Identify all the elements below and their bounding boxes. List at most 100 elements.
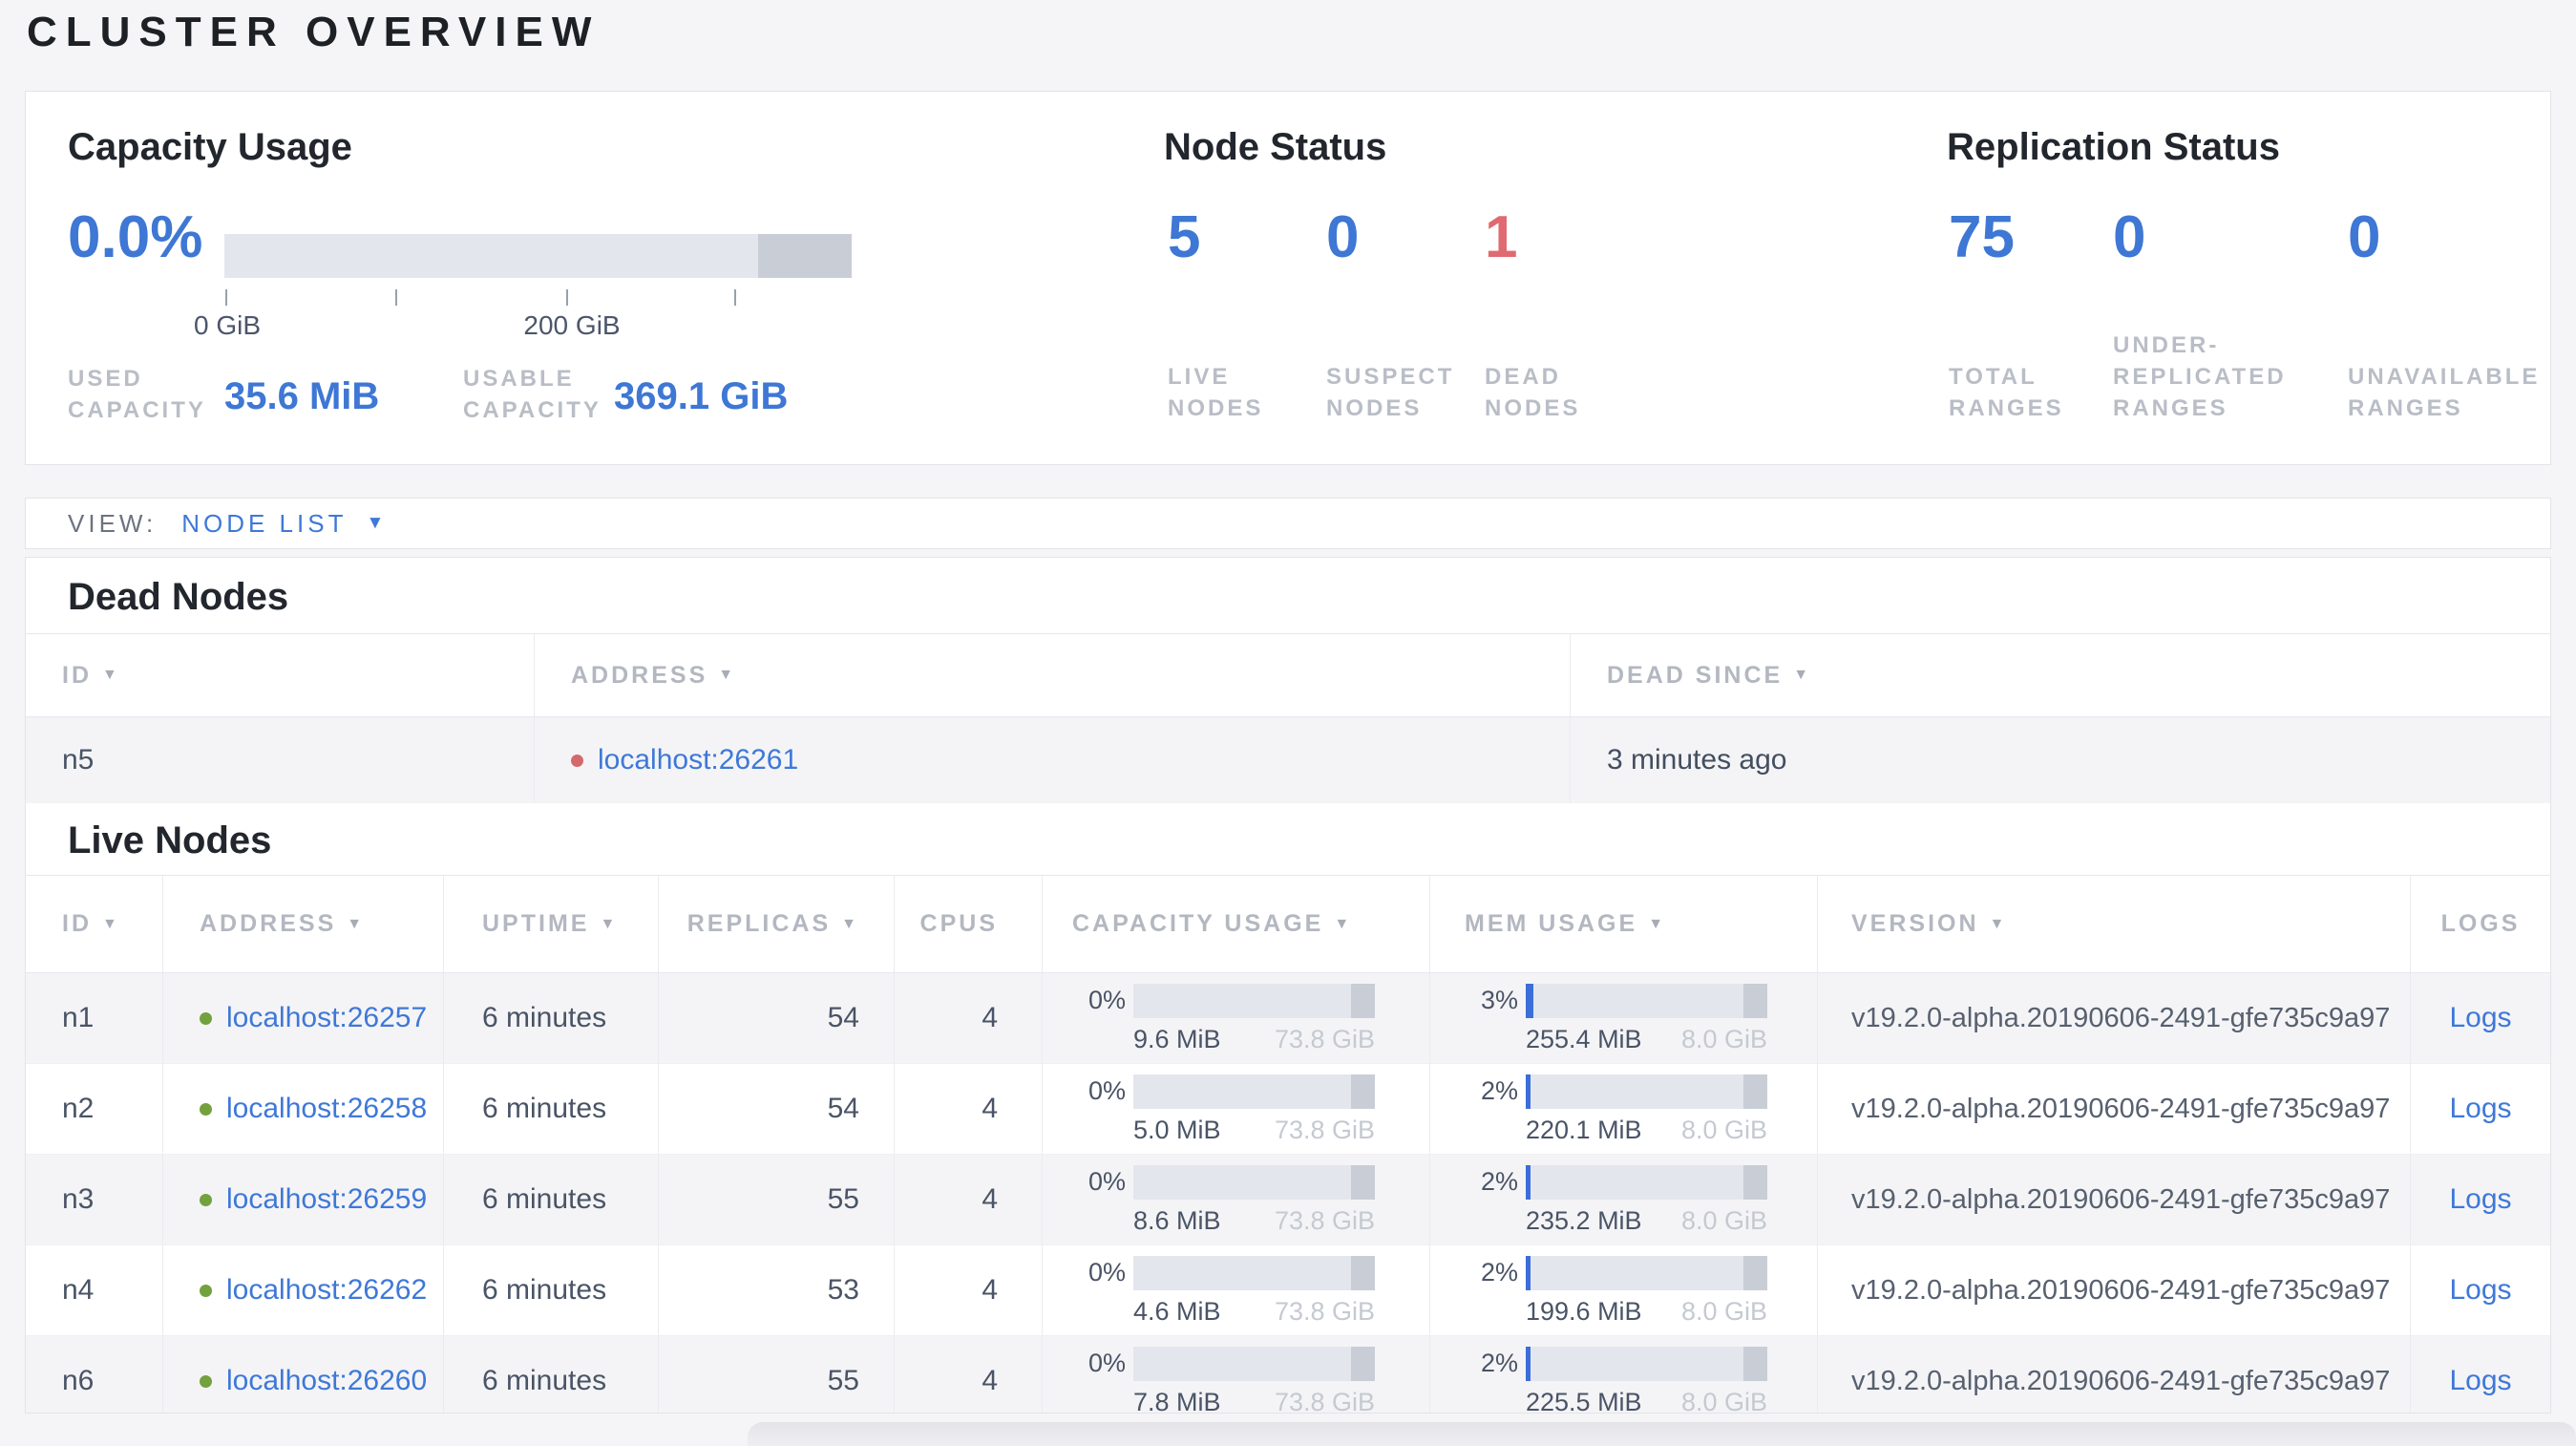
node-id: n3 bbox=[26, 1155, 163, 1244]
mem-total-value: 8.0 GiB bbox=[1680, 1205, 1767, 1235]
mem-bar-used-segment bbox=[1526, 1346, 1531, 1381]
node-mem-usage-cell: 2% 199.6 MiB 8.0 GiB bbox=[1430, 1245, 1818, 1335]
column-header-id[interactable]: ID ▼ bbox=[26, 634, 535, 716]
mem-percent: 2% bbox=[1480, 1167, 1518, 1196]
node-mem-usage-cell: 2% 220.1 MiB 8.0 GiB bbox=[1430, 1064, 1818, 1154]
suspect-nodes-count: 0 bbox=[1326, 204, 1360, 270]
capacity-usage-bar bbox=[1133, 1255, 1375, 1290]
node-list-dropdown[interactable]: NODE LIST ▼ bbox=[181, 509, 384, 539]
mem-usage-bar bbox=[1526, 983, 1767, 1018]
sort-desc-icon: ▼ bbox=[1793, 667, 1812, 683]
column-header-dead-since[interactable]: DEAD SINCE ▼ bbox=[1571, 634, 2550, 716]
logs-cell: Logs bbox=[2411, 1155, 2550, 1244]
column-header-cpus[interactable]: CPUS bbox=[895, 876, 1043, 972]
node-version: v19.2.0-alpha.20190606-2491-gfe735c9a97 bbox=[1818, 1336, 2411, 1413]
node-address-link[interactable]: localhost:26262 bbox=[226, 1274, 427, 1307]
mem-usage-bar bbox=[1526, 1164, 1767, 1200]
logs-link[interactable]: Logs bbox=[2449, 1093, 2511, 1125]
column-header-version[interactable]: VERSION ▼ bbox=[1818, 876, 2411, 972]
capacity-usage-title: Capacity Usage bbox=[68, 126, 352, 168]
sort-desc-icon: ▼ bbox=[102, 667, 120, 683]
live-node-row: n2 localhost:26258 6 minutes 54 4 0% 5.0… bbox=[26, 1064, 2550, 1155]
capacity-used-value: 7.8 MiB bbox=[1133, 1387, 1221, 1414]
node-replicas: 54 bbox=[659, 1064, 895, 1154]
node-address-link[interactable]: localhost:26259 bbox=[226, 1183, 427, 1216]
axis-tick-label: 200 GiB bbox=[523, 310, 621, 340]
replication-status-title: Replication Status bbox=[1947, 126, 2280, 168]
unavailable-ranges-label: UNAVAILABLE RANGES bbox=[2348, 364, 2541, 421]
capacity-usage-percent: 0.0% bbox=[68, 204, 203, 270]
column-header-address[interactable]: ADDRESS ▼ bbox=[163, 876, 444, 972]
capacity-total-value: 73.8 GiB bbox=[1274, 1387, 1375, 1414]
logs-link[interactable]: Logs bbox=[2449, 1365, 2511, 1397]
mem-used-value: 225.5 MiB bbox=[1526, 1387, 1642, 1414]
mem-bar-used-segment bbox=[1526, 1164, 1531, 1200]
logs-cell: Logs bbox=[2411, 1064, 2550, 1154]
node-id: n1 bbox=[26, 973, 163, 1063]
axis-tick bbox=[734, 289, 736, 306]
column-header-capacity-usage[interactable]: CAPACITY USAGE ▼ bbox=[1043, 876, 1430, 972]
logs-link[interactable]: Logs bbox=[2449, 1002, 2511, 1034]
live-status-dot-icon bbox=[200, 1193, 212, 1206]
mem-bar-reserved-segment bbox=[1742, 983, 1767, 1018]
node-capacity-usage-cell: 0% 5.0 MiB 73.8 GiB bbox=[1043, 1064, 1430, 1154]
node-replicas: 55 bbox=[659, 1336, 895, 1413]
node-uptime: 6 minutes bbox=[444, 1064, 659, 1154]
node-capacity-usage-cell: 0% 7.8 MiB 73.8 GiB bbox=[1043, 1336, 1430, 1414]
column-header-address[interactable]: ADDRESS ▼ bbox=[535, 634, 1571, 716]
node-address-cell: localhost:26260 bbox=[163, 1336, 444, 1413]
column-header-replicas[interactable]: REPLICAS ▼ bbox=[659, 876, 895, 972]
capacity-usage-bar bbox=[1133, 1346, 1375, 1381]
logs-link[interactable]: Logs bbox=[2449, 1183, 2511, 1216]
live-nodes-count: 5 bbox=[1168, 204, 1201, 270]
node-version: v19.2.0-alpha.20190606-2491-gfe735c9a97 bbox=[1818, 973, 2411, 1063]
dead-status-dot-icon bbox=[571, 754, 583, 767]
mem-total-value: 8.0 GiB bbox=[1680, 1296, 1767, 1326]
sort-desc-icon: ▼ bbox=[1989, 915, 2008, 932]
axis-tick bbox=[225, 289, 227, 306]
logs-link[interactable]: Logs bbox=[2449, 1274, 2511, 1307]
mem-bar-used-segment bbox=[1526, 1074, 1531, 1109]
node-address-link[interactable]: localhost:26257 bbox=[226, 1002, 427, 1034]
under-replicated-ranges-stat: 0 UNDER-REPLICATED RANGES bbox=[2113, 202, 2350, 424]
capacity-percent: 0% bbox=[1087, 1076, 1126, 1105]
dead-since-value: 3 minutes ago bbox=[1607, 744, 1787, 776]
dead-nodes-table-header: ID ▼ ADDRESS ▼ DEAD SINCE ▼ bbox=[26, 633, 2550, 717]
node-mem-usage-cell: 3% 255.4 MiB 8.0 GiB bbox=[1430, 973, 1818, 1063]
node-address-link[interactable]: localhost:26260 bbox=[226, 1365, 427, 1397]
under-replicated-ranges-count: 0 bbox=[2113, 204, 2146, 270]
sort-desc-icon: ▼ bbox=[600, 915, 619, 932]
node-id: n2 bbox=[26, 1064, 163, 1154]
dead-nodes-count: 1 bbox=[1485, 204, 1518, 270]
capacity-bar-reserved-segment bbox=[1350, 983, 1375, 1018]
mem-used-value: 220.1 MiB bbox=[1526, 1115, 1642, 1144]
capacity-used-value: 5.0 MiB bbox=[1133, 1115, 1221, 1144]
live-nodes-heading: Live Nodes bbox=[68, 819, 272, 861]
sort-desc-icon: ▼ bbox=[1334, 915, 1353, 932]
column-header-uptime[interactable]: UPTIME ▼ bbox=[444, 876, 659, 972]
capacity-total-value: 73.8 GiB bbox=[1274, 1296, 1375, 1326]
logs-cell: Logs bbox=[2411, 973, 2550, 1063]
mem-bar-used-segment bbox=[1526, 1255, 1531, 1290]
below-fold-shadow bbox=[748, 1422, 2576, 1446]
mem-usage-bar bbox=[1526, 1255, 1767, 1290]
capacity-percent: 0% bbox=[1087, 986, 1126, 1014]
node-uptime: 6 minutes bbox=[444, 1336, 659, 1413]
column-header-id[interactable]: ID ▼ bbox=[26, 876, 163, 972]
node-list-dropdown-value: NODE LIST bbox=[181, 508, 348, 538]
sort-desc-icon: ▼ bbox=[718, 667, 737, 683]
node-address-link[interactable]: localhost:26261 bbox=[598, 744, 798, 776]
node-mem-usage-cell: 2% 225.5 MiB 8.0 GiB bbox=[1430, 1336, 1818, 1414]
capacity-used-value: 4.6 MiB bbox=[1133, 1296, 1221, 1326]
under-replicated-ranges-label: UNDER-REPLICATED RANGES bbox=[2113, 332, 2287, 421]
page-title: CLUSTER OVERVIEW bbox=[27, 9, 601, 55]
node-address-link[interactable]: localhost:26258 bbox=[226, 1093, 427, 1125]
capacity-usage-bar bbox=[224, 234, 852, 278]
mem-total-value: 8.0 GiB bbox=[1680, 1115, 1767, 1144]
column-header-mem-usage[interactable]: MEM USAGE ▼ bbox=[1430, 876, 1818, 972]
node-cpus: 4 bbox=[895, 1064, 1043, 1154]
mem-total-value: 8.0 GiB bbox=[1680, 1024, 1767, 1053]
node-address-cell: localhost:26262 bbox=[163, 1245, 444, 1335]
node-capacity-usage-cell: 0% 9.6 MiB 73.8 GiB bbox=[1043, 973, 1430, 1063]
node-cpus: 4 bbox=[895, 973, 1043, 1063]
